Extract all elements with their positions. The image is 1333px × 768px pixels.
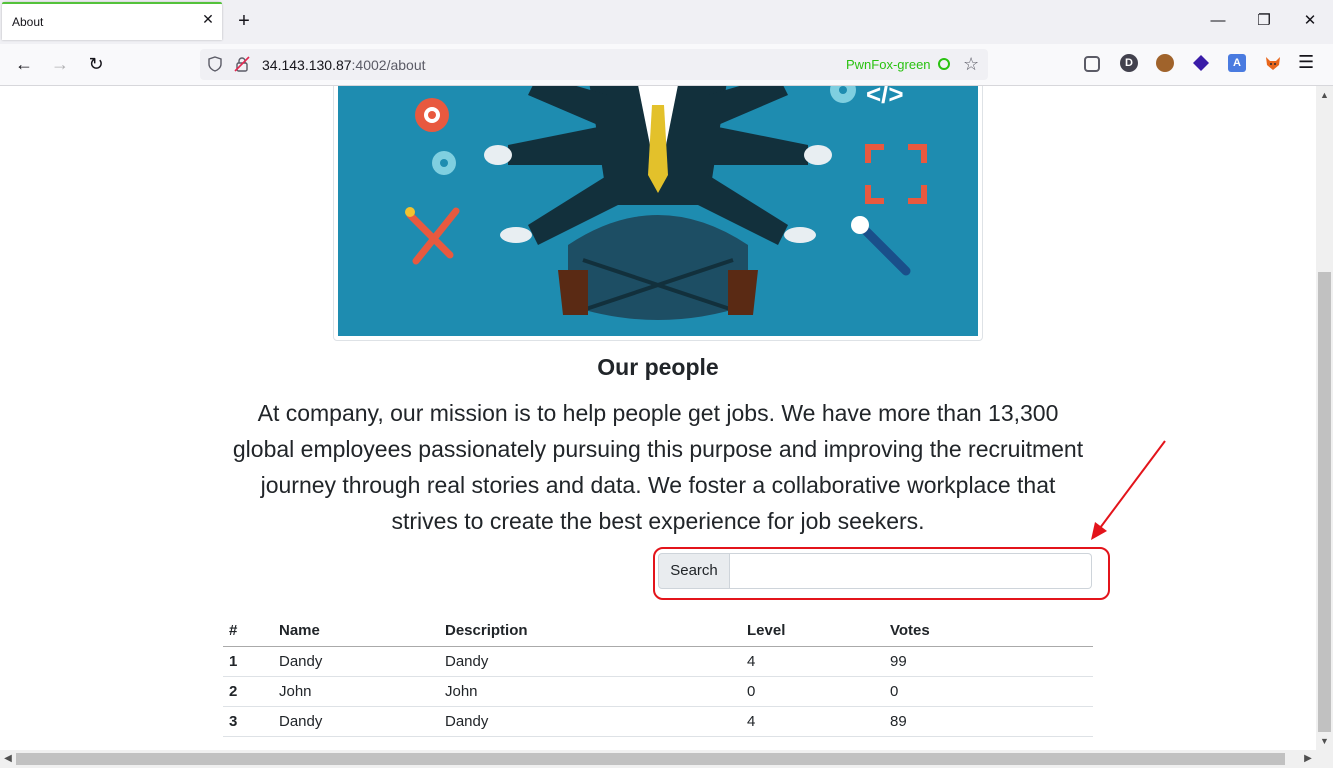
hamburger-menu-icon[interactable]: ☰ — [1298, 52, 1314, 73]
hero-illustration: </> — [338, 86, 978, 336]
bookmark-star-icon[interactable]: ☆ — [963, 54, 979, 75]
back-arrow-icon[interactable]: ← — [12, 53, 36, 75]
column-header-level: Level — [741, 616, 884, 647]
forward-arrow-icon[interactable]: → — [48, 53, 72, 75]
fox-icon[interactable] — [1264, 54, 1282, 72]
vertical-scrollbar[interactable]: ▲ ▼ — [1316, 86, 1333, 750]
annotation-arrow-icon — [1091, 440, 1166, 540]
search-group: Search — [658, 553, 1092, 589]
row-votes: 0 — [884, 676, 1093, 707]
tab-strip: About ✕ + — ❐ ✕ — [0, 0, 1333, 44]
url-text[interactable]: 34.143.130.87:4002/about — [262, 57, 426, 73]
close-tab-icon[interactable]: ✕ — [200, 11, 216, 27]
pocket-icon[interactable] — [1084, 56, 1100, 72]
close-window-icon[interactable]: ✕ — [1300, 11, 1320, 31]
row-number: 1 — [223, 646, 273, 677]
row-level: 0 — [741, 676, 884, 707]
cookie-icon[interactable] — [1156, 54, 1174, 72]
reload-icon[interactable]: ↻ — [84, 53, 108, 75]
row-name: Dandy — [273, 646, 439, 677]
navigation-toolbar: ← → ↻ 34.143.130.87:4002/about PwnFox-gr… — [0, 44, 1333, 86]
page-viewport: </> Our people At company, our mission i… — [0, 86, 1316, 750]
column-header-votes: Votes — [884, 616, 1093, 647]
gear-icon — [415, 98, 449, 132]
row-description: John — [439, 676, 741, 707]
horizontal-scrollbar[interactable]: ◀ ▶ — [0, 750, 1333, 768]
row-level: 4 — [741, 706, 884, 737]
scroll-right-arrow-icon[interactable]: ▶ — [1300, 750, 1316, 768]
svg-text:</>: </> — [866, 86, 904, 109]
row-number: 2 — [223, 676, 273, 707]
insecure-lock-icon[interactable] — [233, 56, 251, 74]
search-label: Search — [658, 553, 730, 589]
address-bar[interactable]: 34.143.130.87:4002/about PwnFox-green ☆ — [200, 49, 988, 80]
table-row: 3 Dandy Dandy 4 89 — [223, 706, 1093, 737]
horizontal-scroll-thumb[interactable] — [16, 753, 1285, 765]
scroll-left-arrow-icon[interactable]: ◀ — [0, 750, 16, 768]
container-accent-line — [2, 2, 222, 4]
search-input[interactable] — [730, 553, 1092, 589]
column-header-name: Name — [273, 616, 439, 647]
container-fingerprint-icon — [938, 58, 950, 70]
table-row: 1 Dandy Dandy 4 99 — [223, 646, 1093, 677]
row-votes: 99 — [884, 646, 1093, 677]
diamond-icon[interactable] — [1192, 54, 1210, 72]
row-name: John — [273, 676, 439, 707]
row-number: 3 — [223, 706, 273, 737]
new-tab-icon[interactable]: + — [234, 11, 254, 31]
row-votes: 89 — [884, 706, 1093, 737]
tab-about[interactable]: About ✕ — [2, 2, 222, 40]
results-table: # Name Description Level Votes 1 Dandy D… — [223, 616, 1093, 737]
vertical-scroll-thumb[interactable] — [1318, 272, 1331, 732]
shield-icon[interactable] — [206, 56, 224, 74]
row-level: 4 — [741, 646, 884, 677]
tab-title: About — [12, 15, 44, 29]
table-row: 2 John John 0 0 — [223, 676, 1093, 707]
scroll-up-arrow-icon[interactable]: ▲ — [1316, 88, 1333, 102]
hero-image-frame: </> — [333, 86, 983, 341]
d-extension-icon[interactable]: D — [1120, 54, 1138, 72]
row-description: Dandy — [439, 706, 741, 737]
container-label[interactable]: PwnFox-green — [846, 57, 931, 72]
row-description: Dandy — [439, 646, 741, 677]
minimize-icon[interactable]: — — [1208, 11, 1228, 31]
mission-paragraph: At company, our mission is to help peopl… — [232, 400, 1084, 534]
restore-icon[interactable]: ❐ — [1254, 11, 1274, 31]
column-header-description: Description — [439, 616, 741, 647]
column-header-number: # — [223, 616, 273, 647]
row-name: Dandy — [273, 706, 439, 737]
table-header-row: # Name Description Level Votes — [223, 616, 1093, 647]
page-heading: Our people — [597, 354, 719, 380]
translate-icon[interactable]: A — [1228, 54, 1246, 72]
scroll-down-arrow-icon[interactable]: ▼ — [1316, 734, 1333, 748]
